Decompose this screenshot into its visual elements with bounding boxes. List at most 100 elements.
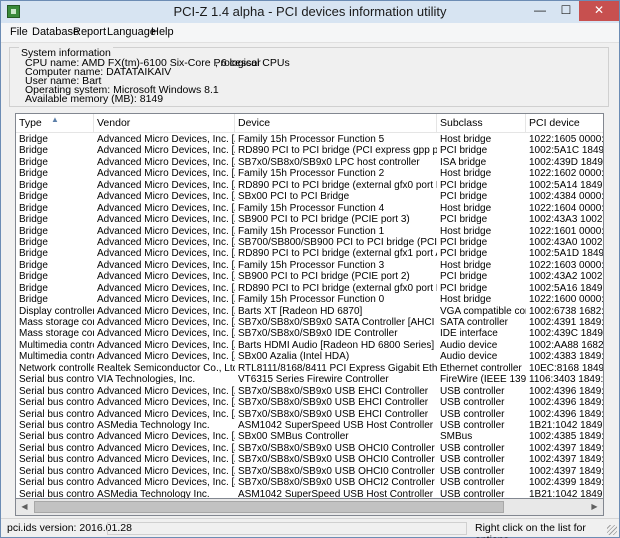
cell-subclass: Host bridge [440, 168, 492, 180]
scrollbar-thumb[interactable] [34, 501, 504, 513]
cell-type: Bridge [19, 225, 48, 237]
table-row[interactable]: Bridge Advanced Micro Devices, Inc. [AMD/… [16, 145, 603, 157]
column-header-pci-device[interactable]: PCI device [526, 114, 603, 133]
table-row[interactable]: Serial bus controllerASMedia Technology … [16, 420, 603, 431]
table-row[interactable]: Multimedia controllerAdvanced Micro Devi… [16, 351, 603, 362]
table-row[interactable]: Serial bus controllerAdvanced Micro Devi… [16, 408, 603, 420]
table-row[interactable]: Bridge Advanced Micro Devices, Inc. [AMD]… [16, 294, 603, 305]
resize-grip-icon[interactable] [607, 525, 617, 535]
table-row[interactable]: Bridge Advanced Micro Devices, Inc. [AMD]… [16, 202, 604, 214]
table-row[interactable]: Mass storage controllerAdvanced Micro De… [16, 317, 604, 328]
cell-subclass: PCI bridge [440, 282, 488, 294]
table-row[interactable]: Bridge Advanced Micro Devices, Inc. [AMD/… [16, 282, 603, 294]
cell-device: SB7x0/SB8x0/SB9x0 USB OHCI2 Controller [238, 477, 435, 489]
cell-device: RD890 PCI to PCI bridge (PCI express gpp… [238, 145, 437, 157]
cell-subclass: Host bridge [440, 202, 492, 214]
cell-pci-device: 1002:6738 1682:3103 [529, 305, 604, 317]
cell-vendor: Advanced Micro Devices, Inc. [AMD/ATI] [97, 339, 235, 351]
column-header-subclass[interactable]: Subclass [437, 114, 526, 133]
horizontal-scrollbar[interactable]: ◀ ▶ [15, 499, 604, 516]
cell-pci-device: 1002:4391 1849:4391 [529, 317, 604, 328]
table-row[interactable]: Serial bus controllerAdvanced Micro Devi… [16, 477, 603, 489]
cell-pci-device: 1002:4397 1849:4397 [529, 454, 604, 466]
table-row[interactable]: Serial bus controllerAdvanced Micro Devi… [16, 397, 603, 409]
title-bar[interactable]: PCI-Z 1.4 alpha - PCI devices informatio… [1, 1, 619, 23]
cell-subclass: FireWire (IEEE 1394) [440, 374, 526, 386]
cell-vendor: Advanced Micro Devices, Inc. [AMD/ATI] [97, 431, 235, 443]
cell-vendor: Advanced Micro Devices, Inc. [AMD/ATI] [97, 317, 235, 328]
cell-subclass: USB controller [440, 454, 505, 466]
table-row[interactable]: Serial bus controllerVIA Technologies, I… [16, 374, 603, 386]
column-header-type[interactable]: Type ▲ [16, 114, 94, 133]
cell-subclass: USB controller [440, 488, 505, 499]
column-header-vendor[interactable]: Vendor [94, 114, 235, 133]
cell-device: Family 15h Processor Function 4 [238, 202, 385, 214]
pci-device-list[interactable]: Type ▲ Vendor Device Subclass PCI device… [15, 113, 604, 499]
menu-help[interactable]: Help [146, 25, 179, 40]
table-row[interactable]: Multimedia controllerAdvanced Micro Devi… [16, 339, 603, 351]
cell-pci-device: 1002:4396 1849:4396 [529, 385, 604, 397]
cell-vendor: Advanced Micro Devices, Inc. [AMD/ATI] [97, 385, 235, 397]
cell-vendor: Advanced Micro Devices, Inc. [AMD/ATI] [97, 454, 235, 466]
table-row[interactable]: Mass storage controllerAdvanced Micro De… [16, 328, 603, 340]
cell-pci-device: 1022:1601 0000:0000 [529, 225, 604, 237]
cell-vendor: Advanced Micro Devices, Inc. [AMD/ATI] [97, 305, 235, 317]
cell-type: Bridge [19, 134, 48, 145]
cell-pci-device: 1002:4397 1849:4397 [529, 465, 604, 477]
table-row[interactable]: Display controller Advanced Micro Devices… [16, 305, 604, 317]
table-row[interactable]: Serial bus controllerASMedia Technology … [16, 488, 603, 499]
cell-subclass: PCI bridge [440, 236, 488, 248]
cell-type: Bridge [19, 214, 48, 226]
cell-pci-device: 1002:5A1D 1849:5A14 [529, 248, 604, 260]
table-row[interactable]: Serial bus controllerAdvanced Micro Devi… [16, 442, 604, 454]
cell-subclass: Host bridge [440, 225, 492, 237]
cell-device: SB900 PCI to PCI bridge (PCIE port 3) [238, 214, 410, 226]
cell-pci-device: 1002:4397 1849:4397 [529, 442, 604, 454]
scroll-left-icon[interactable]: ◀ [16, 499, 33, 515]
cell-subclass: USB controller [440, 465, 505, 477]
table-row[interactable]: Bridge Advanced Micro Devices, Inc. [AMD/… [16, 271, 603, 283]
cell-vendor: Advanced Micro Devices, Inc. [AMD/ATI] [97, 271, 235, 283]
table-row[interactable]: Bridge Advanced Micro Devices, Inc. [AMD]… [16, 168, 603, 180]
cell-type: Network controller [19, 362, 94, 374]
scroll-right-icon[interactable]: ▶ [586, 499, 603, 515]
cell-pci-device: 1002:439C 1849:439C [529, 328, 603, 340]
cell-device: SB7x0/SB8x0/SB9x0 USB EHCI Controller [238, 408, 429, 420]
cell-pci-device: 1002:43A3 1002:0000 [529, 214, 603, 226]
table-row[interactable]: Serial bus controllerAdvanced Micro Devi… [16, 431, 603, 443]
close-button[interactable]: ✕ [579, 1, 619, 21]
table-row[interactable]: Bridge Advanced Micro Devices, Inc. [AMD]… [16, 225, 604, 237]
table-row[interactable]: Bridge Advanced Micro Devices, Inc. [AMD/… [16, 236, 603, 248]
cell-pci-device: 1002:43A2 1002:0000 [529, 271, 603, 283]
cell-type: Bridge [19, 259, 48, 271]
list-body: Bridge Advanced Micro Devices, Inc. [AMD]… [16, 134, 604, 499]
table-row[interactable]: Serial bus controllerAdvanced Micro Devi… [16, 454, 604, 466]
cell-vendor: Advanced Micro Devices, Inc. [AMD] [97, 259, 235, 271]
minimize-button[interactable]: — [527, 1, 553, 21]
table-row[interactable]: Bridge Advanced Micro Devices, Inc. [AMD/… [16, 214, 603, 226]
cell-vendor: Advanced Micro Devices, Inc. [AMD/ATI] [97, 156, 235, 168]
cell-subclass: USB controller [440, 477, 505, 489]
table-row[interactable]: Network controller Realtek Semiconductor … [16, 362, 603, 374]
column-header-device[interactable]: Device [235, 114, 437, 133]
maximize-button[interactable]: ☐ [553, 1, 579, 21]
table-row[interactable]: Serial bus controllerAdvanced Micro Devi… [16, 385, 604, 397]
cell-device: Family 15h Processor Function 1 [238, 225, 385, 237]
table-row[interactable]: Bridge Advanced Micro Devices, Inc. [AMD/… [16, 156, 603, 168]
table-row[interactable]: Bridge Advanced Micro Devices, Inc. [AMD/… [16, 191, 603, 202]
table-row[interactable]: Bridge Advanced Micro Devices, Inc. [AMD]… [16, 259, 603, 271]
table-row[interactable]: Serial bus controllerAdvanced Micro Devi… [16, 465, 604, 477]
cell-pci-device: 1022:1604 0000:0000 [529, 202, 604, 214]
cell-subclass: ISA bridge [440, 156, 487, 168]
table-row[interactable]: Bridge Advanced Micro Devices, Inc. [AMD/… [16, 180, 603, 191]
cell-pci-device: 1B21:1042 1849:1042 [529, 488, 603, 499]
cell-subclass: Host bridge [440, 259, 492, 271]
cell-device: RD890 PCI to PCI bridge (external gfx0 p… [238, 282, 437, 294]
table-row[interactable]: Bridge Advanced Micro Devices, Inc. [AMD/… [16, 248, 604, 260]
cell-vendor: Advanced Micro Devices, Inc. [AMD] [97, 225, 235, 237]
table-row[interactable]: Bridge Advanced Micro Devices, Inc. [AMD]… [16, 134, 603, 145]
cpu-threads: , 6 logical CPUs [215, 57, 290, 69]
cell-type: Serial bus controller [19, 397, 94, 409]
cell-type: Serial bus controller [19, 465, 94, 477]
cell-device: SB7x0/SB8x0/SB9x0 USB EHCI Controller [238, 385, 429, 397]
